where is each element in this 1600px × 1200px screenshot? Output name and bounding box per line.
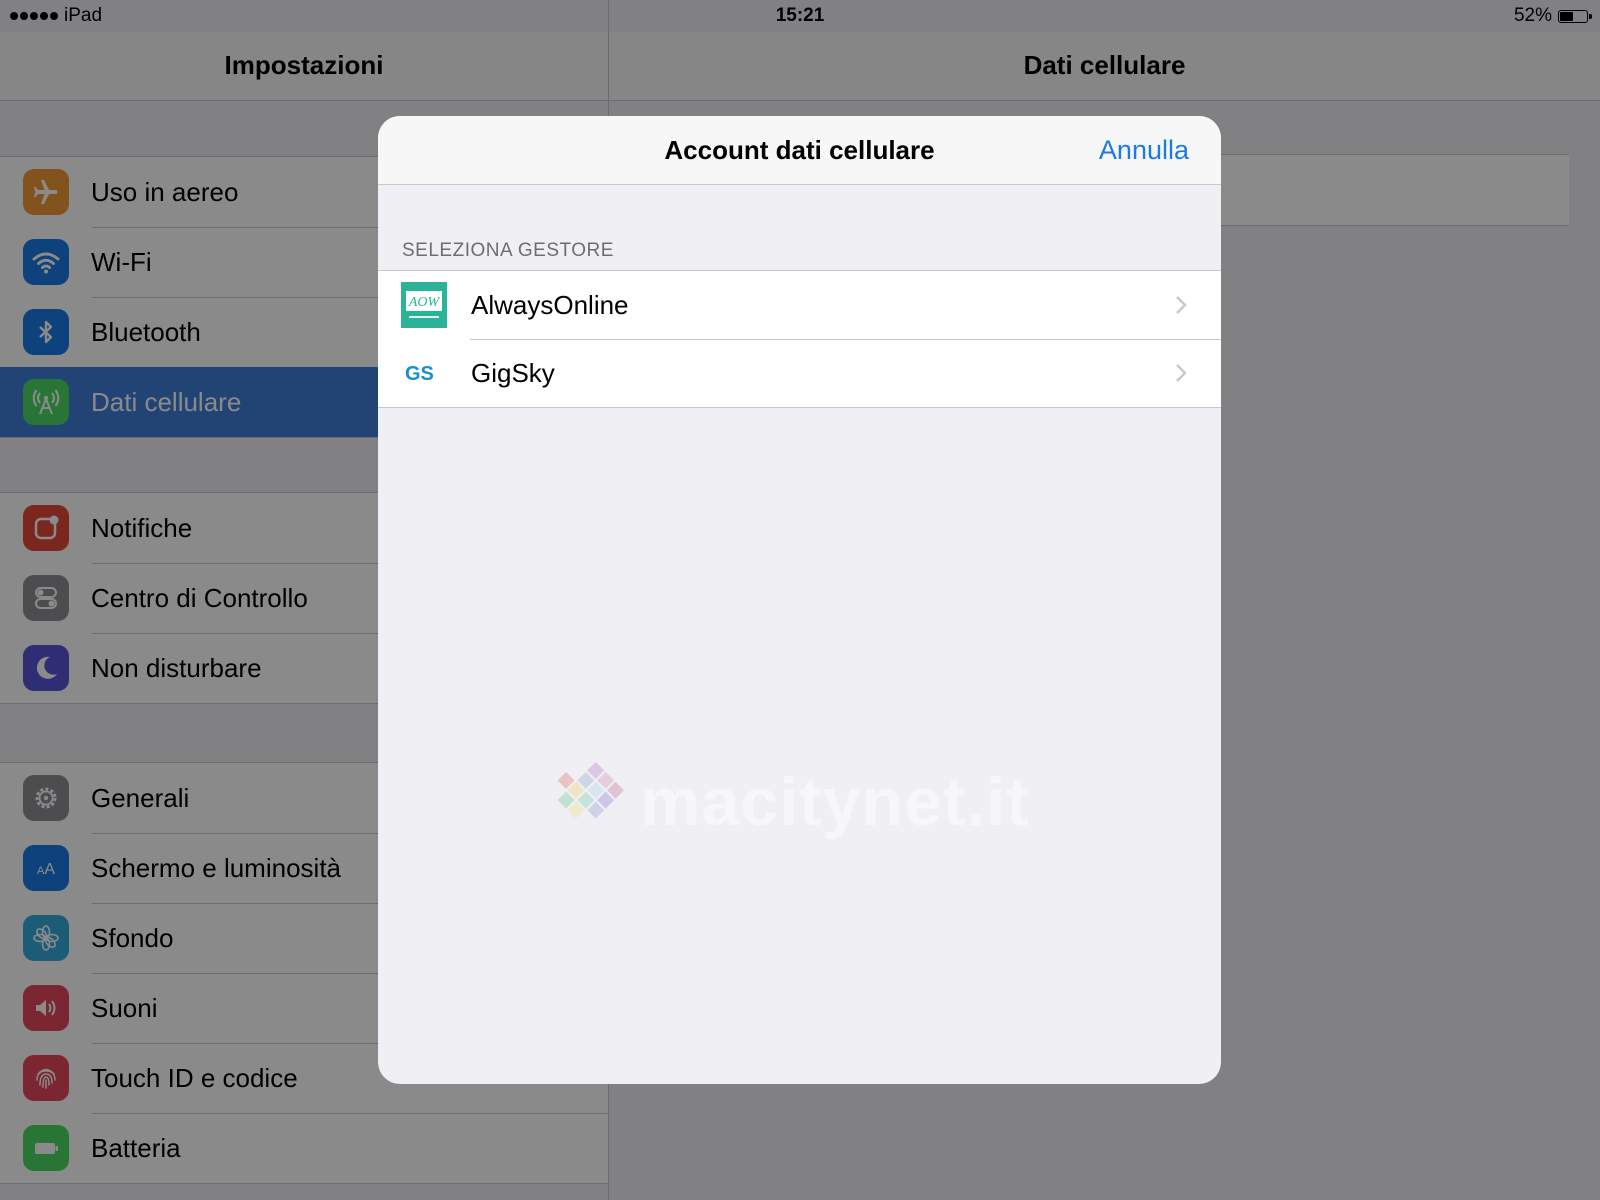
status-time: 15:21 <box>775 5 825 26</box>
carrier-row-alwaysonline[interactable]: AOW AlwaysOnline <box>378 271 1221 339</box>
battery-status-icon <box>1558 9 1592 23</box>
modal-title: Account dati cellulare <box>664 135 935 165</box>
alwaysonline-logo-text: AOW <box>408 295 441 310</box>
carrier-label: GigSky <box>471 357 555 388</box>
alwaysonline-logo-icon: AOW <box>401 282 447 328</box>
battery-percent: 52% <box>1513 5 1552 26</box>
gigsky-logo-icon: GS <box>401 350 447 396</box>
chevron-right-icon <box>1176 296 1187 314</box>
carrier-row-gigsky[interactable]: GS GigSky <box>378 339 1221 407</box>
section-header: SELEZIONA GESTORE <box>402 240 614 261</box>
carrier-list: AOW AlwaysOnline GS GigSky <box>378 270 1221 408</box>
chevron-right-icon <box>1176 364 1187 382</box>
status-right: 52% <box>1513 5 1592 27</box>
gigsky-logo-text: GS <box>405 363 434 385</box>
cellular-account-modal: Account dati cellulare Annulla SELEZIONA… <box>378 116 1221 1084</box>
modal-header: Account dati cellulare Annulla <box>378 116 1221 185</box>
carrier-label: AlwaysOnline <box>471 289 629 320</box>
status-bar: iPad 15:21 52% <box>0 0 1600 32</box>
cancel-button[interactable]: Annulla <box>1099 135 1189 166</box>
